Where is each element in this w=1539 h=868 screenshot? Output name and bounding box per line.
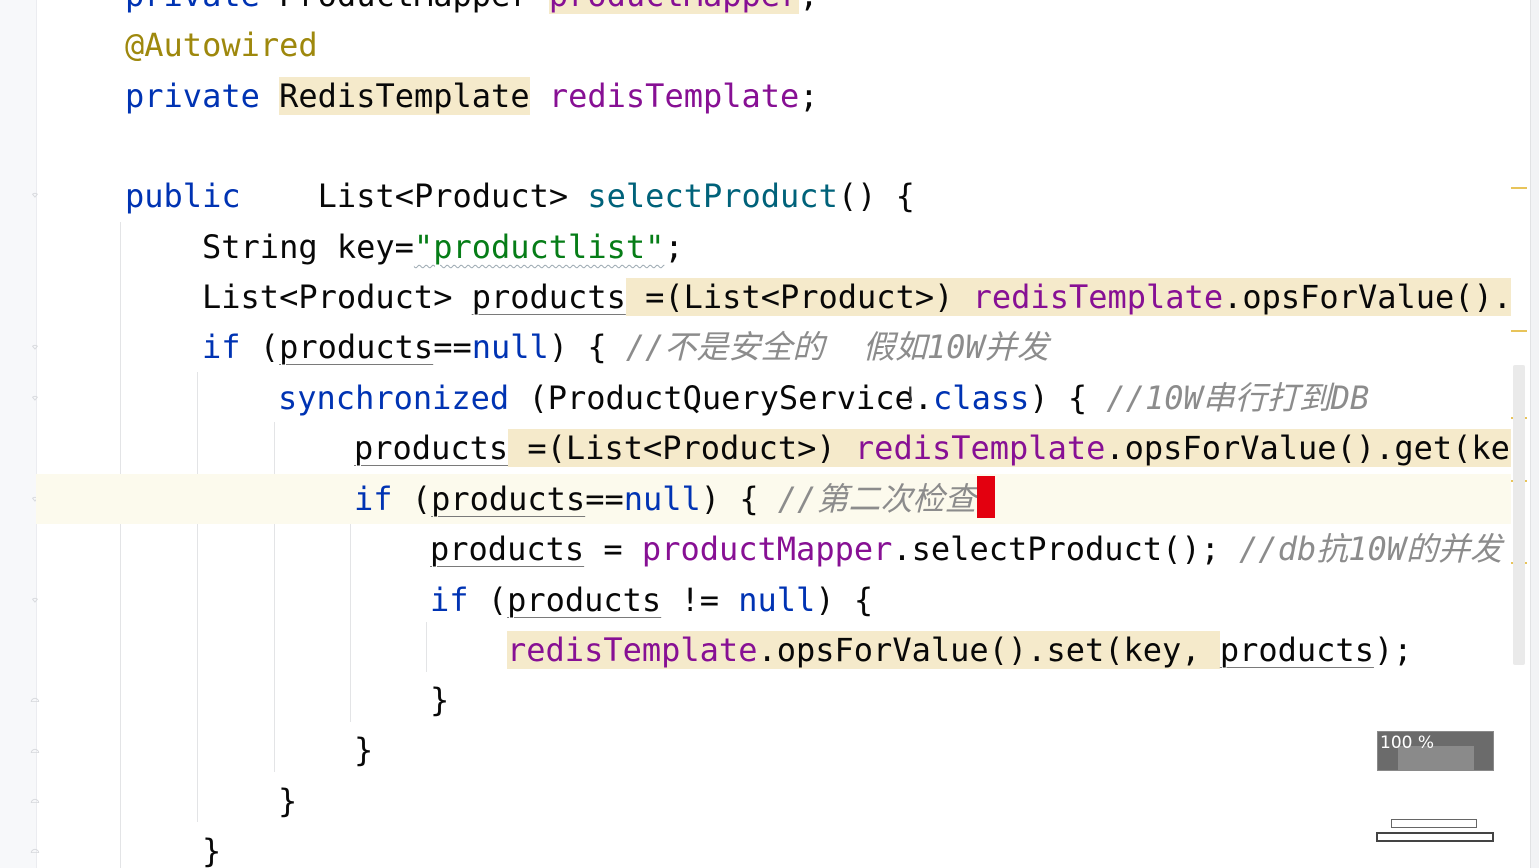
code-line[interactable]: } (36, 675, 1511, 725)
warning-marker[interactable] (1511, 330, 1527, 332)
overlay-scroll-track[interactable] (1376, 832, 1494, 842)
code-line[interactable]: } (36, 725, 1511, 775)
code-line[interactable]: } (36, 776, 1511, 826)
code-line[interactable]: } (36, 826, 1511, 868)
editor-gutter[interactable]: ⌔ ⌔ ⌔ ⌔ ⌔ ⌓ ⌓ ⌓ ⌓ (0, 0, 39, 868)
code-line[interactable]: public List<Product> selectProduct() { (36, 171, 1511, 221)
code-line[interactable]: @Autowired (36, 20, 1511, 70)
warning-marker[interactable] (1511, 187, 1527, 189)
text-caret (977, 476, 996, 518)
type-usage-highlight: RedisTemplate (279, 77, 530, 115)
code-editor[interactable]: private ProductMapper productMapper; @Au… (36, 0, 1511, 868)
code-line[interactable]: synchronized (ProductQueryService.class)… (36, 373, 1511, 423)
code-line[interactable]: List<Product> products =(List<Product>) … (36, 272, 1511, 322)
side-tool-strip[interactable] (1530, 0, 1539, 868)
zoom-level-label: 100 % (1380, 733, 1435, 753)
code-line[interactable]: String key="productlist"; (36, 222, 1511, 272)
code-line[interactable]: products =(List<Product>) redisTemplate.… (36, 423, 1511, 473)
zoom-indicator: 100 % (1377, 731, 1494, 771)
scrollbar-thumb[interactable] (1513, 365, 1525, 665)
code-line[interactable]: private ProductMapper productMapper; (36, 0, 1511, 20)
code-line[interactable]: private RedisTemplate redisTemplate; (36, 71, 1511, 121)
overlay-scroll-handle[interactable] (1391, 819, 1477, 828)
code-line[interactable]: if (products==null) { //不是安全的 假如10W并发 (36, 322, 1511, 372)
error-stripe-scrollbar[interactable] (1511, 0, 1539, 868)
code-line[interactable]: if (products != null) { (36, 575, 1511, 625)
mouse-ibeam-cursor-icon: I (907, 384, 914, 409)
code-line[interactable]: redisTemplate.opsForValue().set(key, pro… (36, 625, 1511, 675)
code-line[interactable]: products = productMapper.selectProduct()… (36, 524, 1511, 574)
current-code-line[interactable]: if (products==null) { //第二次检查 (36, 474, 1511, 524)
